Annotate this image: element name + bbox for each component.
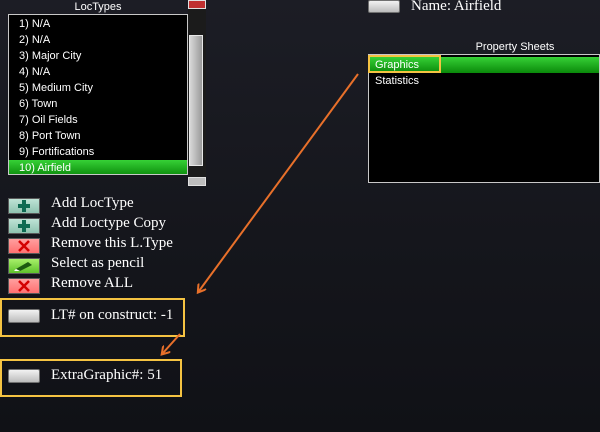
lt-on-construct-label: LT# on construct: -1 (51, 307, 174, 323)
loctypes-scrollbar[interactable] (188, 0, 206, 186)
plus-icon[interactable] (8, 198, 40, 214)
loctype-item[interactable]: 5) Medium City (9, 80, 187, 96)
loctypes-list[interactable]: 1) N/A 2) N/A 3) Major City 4) N/A 5) Me… (8, 14, 188, 175)
name-label: Name: Airfield (411, 0, 502, 14)
property-sheets-title: Property Sheets (475, 41, 555, 53)
extra-graphic-label: ExtraGraphic#: 51 (51, 367, 163, 383)
select-as-pencil-label: Select as pencil (51, 255, 145, 271)
loctype-item[interactable]: 1) N/A (9, 16, 187, 32)
loctype-item-selected[interactable]: 10) Airfield (9, 160, 187, 174)
loctype-item[interactable]: 6) Town (9, 96, 187, 112)
scrollbar-thumb[interactable] (189, 35, 203, 166)
property-sheet-item-statistics[interactable]: Statistics (369, 73, 599, 89)
loctype-item[interactable]: 7) Oil Fields (9, 112, 187, 128)
add-loctype-copy-label: Add Loctype Copy (51, 215, 166, 231)
x-icon[interactable] (8, 278, 40, 294)
loctype-item[interactable]: 9) Fortifications (9, 144, 187, 160)
graphics-highlight-box (368, 55, 441, 73)
lt-on-construct-button[interactable] (8, 309, 40, 323)
extra-graphic-button[interactable] (8, 369, 40, 383)
loctype-item[interactable]: 8) Port Town (9, 128, 187, 144)
pencil-icon[interactable] (8, 258, 40, 274)
loctype-item[interactable]: 4) N/A (9, 64, 187, 80)
plus-icon[interactable] (8, 218, 40, 234)
property-sheets-list[interactable]: Graphics Statistics (368, 54, 600, 183)
add-loctype-label: Add LocType (51, 195, 134, 211)
remove-loctype-label: Remove this L.Type (51, 235, 173, 251)
name-button[interactable] (368, 0, 400, 13)
loctype-item[interactable]: 2) N/A (9, 32, 187, 48)
loctype-item[interactable]: 3) Major City (9, 48, 187, 64)
remove-all-label: Remove ALL (51, 275, 134, 291)
scroll-up-button[interactable] (188, 0, 206, 9)
loctypes-title: LocTypes (74, 1, 122, 13)
scroll-down-button[interactable] (188, 177, 206, 186)
x-icon[interactable] (8, 238, 40, 254)
arrow-to-lt-on-construct (199, 73, 359, 291)
